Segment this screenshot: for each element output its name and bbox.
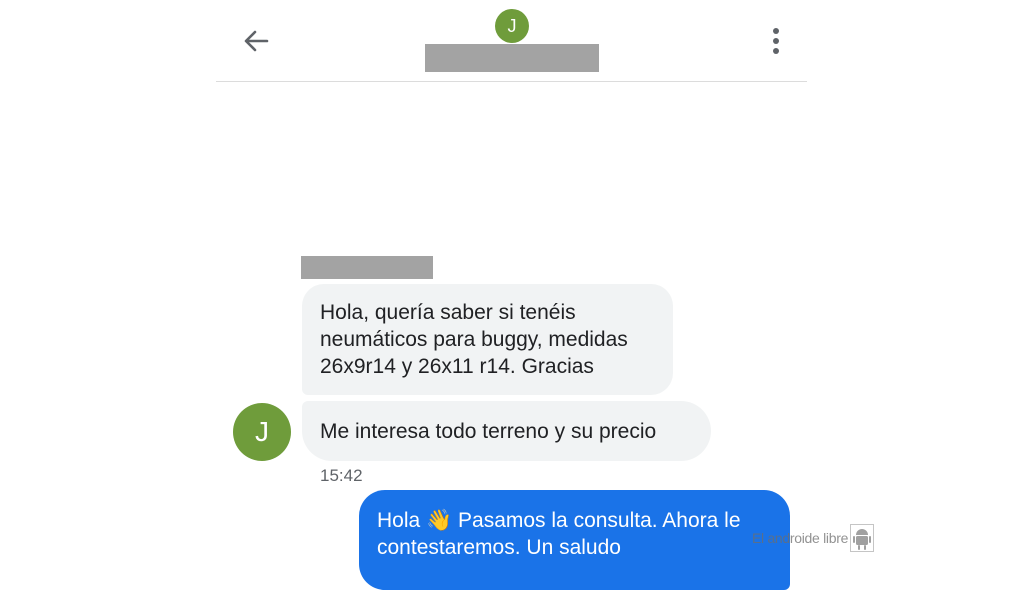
back-button[interactable] xyxy=(240,26,272,56)
message-timestamp: 15:42 xyxy=(320,466,363,485)
watermark: El androide libre xyxy=(752,524,875,552)
contact-avatar[interactable]: J xyxy=(495,9,529,43)
more-options-button[interactable] xyxy=(762,24,790,58)
message-line: neumáticos para buggy, medidas xyxy=(320,328,628,351)
redacted-contact-name xyxy=(425,44,599,72)
watermark-text: El androide libre xyxy=(752,530,849,546)
message-line: 26x9r14 y 26x11 r14. Gracias xyxy=(320,355,594,378)
arrow-back-icon xyxy=(244,30,269,52)
sender-avatar[interactable]: J xyxy=(233,403,291,461)
waving-hand-emoji: 👋 xyxy=(426,509,453,532)
message-text: Me interesa todo terreno y su precio xyxy=(320,420,657,443)
more-vert-icon xyxy=(773,28,779,54)
message-line: contestaremos. Un saludo xyxy=(377,536,621,559)
message-text: Hola xyxy=(377,509,427,532)
contact-avatar-initial: J xyxy=(507,15,517,36)
android-robot-icon xyxy=(850,524,875,552)
message-line: Hola, quería saber si tenéis xyxy=(320,301,576,324)
incoming-message-bubble[interactable]: Me interesa todo terreno y su precio xyxy=(302,401,711,461)
outgoing-message-bubble[interactable]: Hola 👋 Pasamos la consulta. Ahora le con… xyxy=(359,490,790,590)
sender-avatar-initial: J xyxy=(255,416,269,447)
message-line: Hola 👋 Pasamos la consulta. Ahora le xyxy=(377,507,772,534)
incoming-message-bubble[interactable]: Hola, quería saber si tenéis neumáticos … xyxy=(302,284,673,395)
redacted-sender-name xyxy=(301,256,433,279)
message-text: Pasamos la consulta. Ahora le xyxy=(452,509,741,532)
